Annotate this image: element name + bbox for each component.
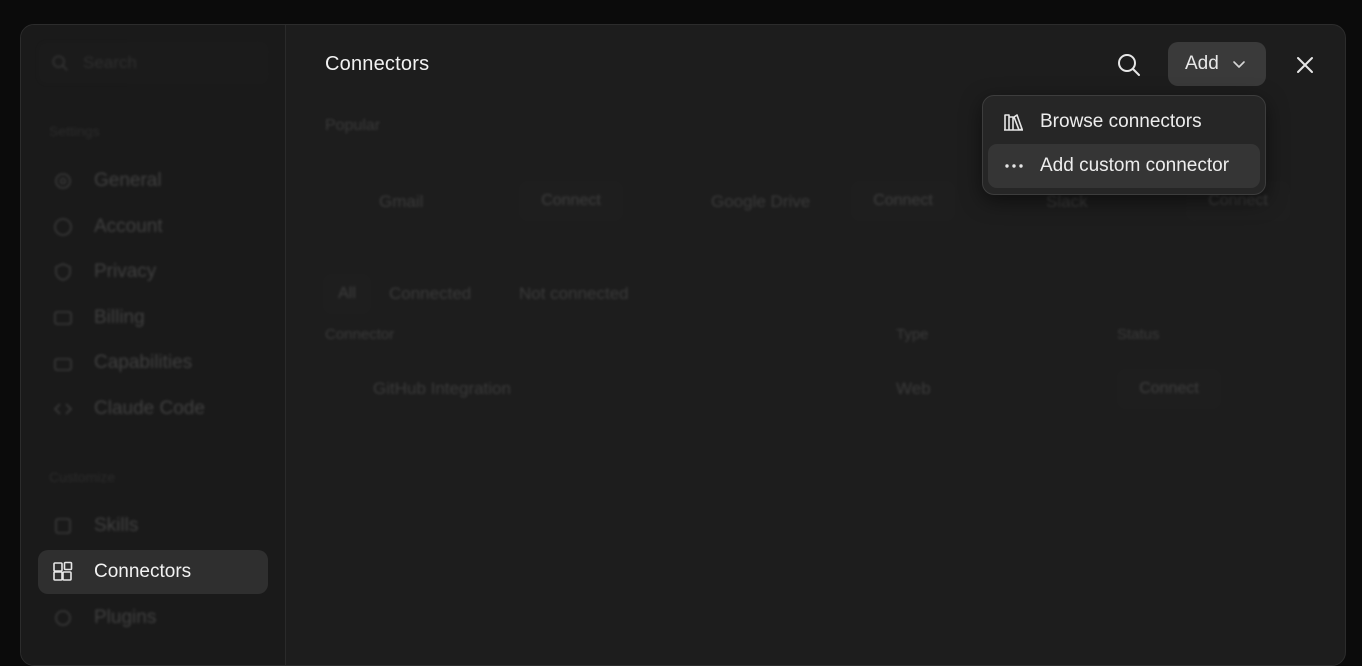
search-button[interactable]	[1113, 49, 1145, 81]
sidebar-group-customize: Customize	[49, 469, 116, 485]
plugin-icon	[52, 607, 74, 629]
table-divider	[325, 419, 1321, 420]
menu-item-add-custom-connector[interactable]: Add custom connector	[988, 144, 1260, 188]
row-connector-name: GitHub Integration	[373, 379, 511, 398]
sidebar-item-claude-code[interactable]: Claude Code	[38, 387, 268, 431]
search-icon	[1118, 54, 1140, 76]
add-button-label: Add	[1185, 53, 1219, 74]
sidebar-item-label: Privacy	[94, 261, 157, 282]
page-title: Connectors	[325, 53, 430, 75]
menu-item-browse-connectors[interactable]: Browse connectors	[988, 100, 1260, 144]
popular-name: Google Drive	[711, 192, 811, 211]
close-icon	[1297, 57, 1313, 73]
user-circle-icon	[52, 216, 74, 238]
add-button[interactable]: Add	[1168, 42, 1266, 86]
sidebar-item-label: Plugins	[94, 607, 157, 628]
menu-item-label: Browse connectors	[1040, 111, 1202, 132]
chevron-down-icon	[1233, 61, 1245, 68]
more-horizontal-icon	[1002, 154, 1026, 178]
sidebar-item-label: Account	[94, 216, 163, 237]
sidebar-search-placeholder: Search	[83, 53, 137, 72]
sidebar-item-label: Billing	[94, 307, 145, 328]
sidebar: Search Settings General Account Privacy …	[21, 25, 286, 665]
sidebar-item-label: General	[94, 170, 162, 191]
popular-name: Gmail	[379, 192, 424, 211]
table-divider	[325, 357, 1321, 358]
sidebar-search[interactable]: Search	[37, 41, 269, 85]
close-button[interactable]	[1291, 51, 1319, 79]
gear-icon	[52, 170, 74, 192]
code-icon	[52, 398, 74, 420]
column-header-connector: Connector	[325, 326, 395, 343]
shield-icon	[52, 261, 74, 283]
sidebar-group-settings: Settings	[49, 123, 100, 139]
sidebar-item-general[interactable]: General	[38, 159, 268, 203]
add-menu: Browse connectors Add custom connector	[982, 95, 1266, 195]
popular-heading: Popular	[325, 117, 381, 134]
sidebar-item-label: Capabilities	[94, 352, 193, 373]
filter-tab-connected[interactable]: Connected	[389, 284, 471, 304]
sidebar-item-label: Skills	[94, 515, 139, 536]
sidebar-item-connectors[interactable]: Connectors	[38, 550, 268, 594]
connect-button[interactable]: Connect	[851, 181, 955, 221]
sidebar-item-privacy[interactable]: Privacy	[38, 250, 268, 294]
sidebar-item-account[interactable]: Account	[38, 205, 268, 249]
sidebar-item-plugins[interactable]: Plugins	[38, 596, 268, 640]
filter-tab-all[interactable]: All	[323, 274, 371, 314]
row-connect-button[interactable]: Connect	[1117, 369, 1221, 409]
filter-tab-not-connected[interactable]: Not connected	[519, 284, 629, 304]
connectors-icon	[52, 561, 74, 583]
connect-button[interactable]: Connect	[519, 181, 623, 221]
search-icon	[52, 55, 68, 71]
sidebar-item-label: Connectors	[94, 561, 192, 582]
popular-name: Slack	[1046, 192, 1088, 211]
credit-card-icon	[52, 307, 74, 329]
sidebar-item-capabilities[interactable]: Capabilities	[38, 341, 268, 385]
sidebar-item-billing[interactable]: Billing	[38, 296, 268, 340]
column-header-type: Type	[896, 326, 929, 343]
menu-item-label: Add custom connector	[1040, 155, 1230, 176]
row-connector-type: Web	[896, 379, 931, 398]
column-header-status: Status	[1117, 326, 1160, 343]
sidebar-item-skills[interactable]: Skills	[38, 504, 268, 548]
library-icon	[1002, 110, 1026, 134]
skills-icon	[52, 515, 74, 537]
briefcase-icon	[52, 352, 74, 374]
sidebar-item-label: Claude Code	[94, 398, 205, 419]
